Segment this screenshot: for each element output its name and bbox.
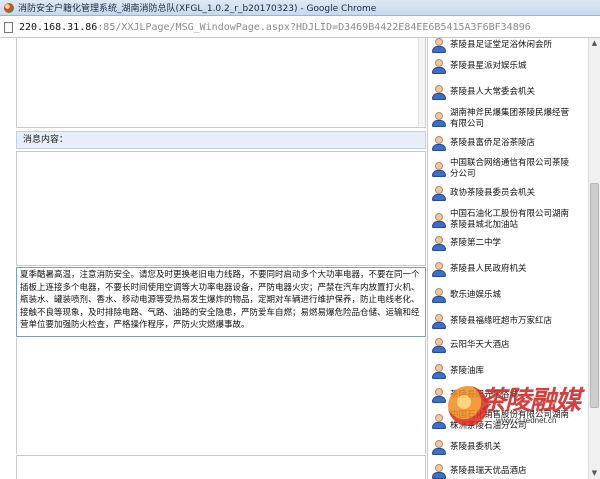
recipient-name: 茶陵油库 xyxy=(450,366,485,376)
recipient-name: 茶陵县富侨足浴茶陵店 xyxy=(450,138,536,148)
page-content: 消息内容： 夏季酷暑高温，注意消防安全。请您及时更换老旧电力线路，不要同时启动多… xyxy=(0,38,600,479)
recipient-name: 中国石油化工股份有限公司湖南茶陵县城北加油站 xyxy=(450,209,570,230)
scroll-thumb[interactable] xyxy=(590,183,599,408)
url-host[interactable]: 220.168.31.86 xyxy=(19,22,97,33)
recipient-name: 茶陵县人民政府机关 xyxy=(450,264,527,274)
recipient-item[interactable]: 茶陵县星派对娱乐城 xyxy=(428,59,577,74)
user-avatar-icon xyxy=(432,262,446,277)
window-title: 消防安全户籍化管理系统_湖南消防总队(XFGL_1.0.2_r_b2017032… xyxy=(18,4,377,14)
message-footer-box xyxy=(16,455,426,479)
scroll-down-arrow-icon[interactable]: ▼ xyxy=(589,468,600,479)
recipient-name: 茶陵县瑞天优品酒店 xyxy=(450,466,527,476)
recipient-item[interactable]: 茶陵县人民政府机关 xyxy=(428,262,577,277)
address-bar[interactable]: 220.168.31.86:85/XXJLPage/MSG_WindowPage… xyxy=(0,17,600,38)
user-avatar-icon xyxy=(432,136,446,151)
recipient-name: 歌乐迪娱乐城 xyxy=(450,290,502,300)
user-avatar-icon xyxy=(432,364,446,379)
message-blank-area xyxy=(16,151,426,266)
page-scrollbar[interactable]: ▲ ▼ xyxy=(588,38,600,479)
recipient-list-pane: 茶陵县足证堂足浴休闲会所 茶陵县星派对娱乐城 茶陵县人大常委会机关湖南神斧民爆集团茶… xyxy=(427,38,588,479)
recipient-name: 中国联合网络通信有限公司茶陵分公司 xyxy=(450,158,570,179)
recipient-item[interactable]: 茶陵县委机关 xyxy=(428,440,577,455)
message-pane: 消息内容： 夏季酷暑高温，注意消防安全。请您及时更换老旧电力线路，不要同时启动多… xyxy=(0,38,427,479)
recipient-name: 茶陵县委机关 xyxy=(450,442,502,452)
recipient-item[interactable]: 茶陵油库 xyxy=(428,364,577,379)
user-avatar-icon xyxy=(432,388,446,403)
user-avatar-icon xyxy=(432,464,446,479)
message-header-box xyxy=(16,38,426,128)
header-box-scrollbar[interactable] xyxy=(418,38,425,126)
user-avatar-icon xyxy=(432,236,446,251)
recipient-name: 茶陵县福缘旺超市万家红店 xyxy=(450,316,553,326)
user-avatar-icon xyxy=(432,161,446,177)
recipient-name: 茶陵县人大常委会机关 xyxy=(450,87,536,97)
window-title-bar: 消防安全户籍化管理系统_湖南消防总队(XFGL_1.0.2_r_b2017032… xyxy=(0,0,600,16)
recipient-item[interactable]: 茶陵第二中学 xyxy=(428,236,577,251)
user-avatar-icon xyxy=(432,212,446,228)
recipient-item[interactable]: 中国石油化工股份有限公司湖南茶陵县城北加油站 xyxy=(428,209,577,231)
recipient-name: 茶陵县阳光足浴城 xyxy=(450,390,519,400)
recipient-name: 茶陵县足证堂足浴休闲会所 xyxy=(450,40,553,50)
message-text-area[interactable]: 夏季酷暑高温，注意消防安全。请您及时更换老旧电力线路，不要同时启动多个大功率电器… xyxy=(16,267,426,337)
recipient-item[interactable]: 茶陵县瑞天优品酒店 xyxy=(428,464,577,479)
recipient-item[interactable]: 茶陵县福缘旺超市万家红店 xyxy=(428,314,577,329)
user-avatar-icon xyxy=(432,111,446,127)
recipient-name: 政协茶陵县委员会机关 xyxy=(450,188,536,198)
recipient-item[interactable]: 湖南神斧民爆集团茶陵民爆经营有限公司 xyxy=(428,108,577,130)
user-avatar-icon xyxy=(432,314,446,329)
message-content-label: 消息内容： xyxy=(16,131,426,149)
recipient-item[interactable]: 歌乐迪娱乐城 xyxy=(428,288,577,303)
message-lower-area xyxy=(16,338,426,454)
user-avatar-icon xyxy=(432,85,446,100)
scroll-up-arrow-icon[interactable]: ▲ xyxy=(589,38,600,49)
user-avatar-icon xyxy=(432,288,446,303)
recipient-item[interactable]: 中国石化销售股份有限公司湖南株洲茶陵石油分公司 xyxy=(428,410,577,432)
user-avatar-icon xyxy=(432,186,446,201)
recipient-item[interactable]: 茶陵县阳光足浴城 xyxy=(428,388,577,403)
recipient-name: 茶陵县星派对娱乐城 xyxy=(450,61,527,71)
user-avatar-icon xyxy=(432,59,446,74)
page-icon xyxy=(4,21,13,33)
recipient-item[interactable]: 茶陵县富侨足浴茶陵店 xyxy=(428,136,577,151)
recipient-name: 湖南神斧民爆集团茶陵民爆经营有限公司 xyxy=(450,108,570,129)
user-avatar-icon xyxy=(432,38,446,53)
chrome-icon xyxy=(4,2,14,13)
recipient-item[interactable]: 云阳华天大酒店 xyxy=(428,338,577,353)
recipient-name: 云阳华天大酒店 xyxy=(450,340,510,350)
recipient-item[interactable]: 中国联合网络通信有限公司茶陵分公司 xyxy=(428,158,577,180)
user-avatar-icon xyxy=(432,338,446,353)
user-avatar-icon xyxy=(432,413,446,429)
url-path[interactable]: :85/XXJLPage/MSG_WindowPage.aspx?HDJLID=… xyxy=(97,22,530,33)
recipient-name: 中国石化销售股份有限公司湖南株洲茶陵石油分公司 xyxy=(450,410,570,431)
user-avatar-icon xyxy=(432,440,446,455)
recipient-item[interactable]: 政协茶陵县委员会机关 xyxy=(428,186,577,201)
recipient-name: 茶陵第二中学 xyxy=(450,238,502,248)
recipient-item[interactable]: 茶陵县足证堂足浴休闲会所 xyxy=(428,38,577,53)
recipient-item[interactable]: 茶陵县人大常委会机关 xyxy=(428,85,577,100)
